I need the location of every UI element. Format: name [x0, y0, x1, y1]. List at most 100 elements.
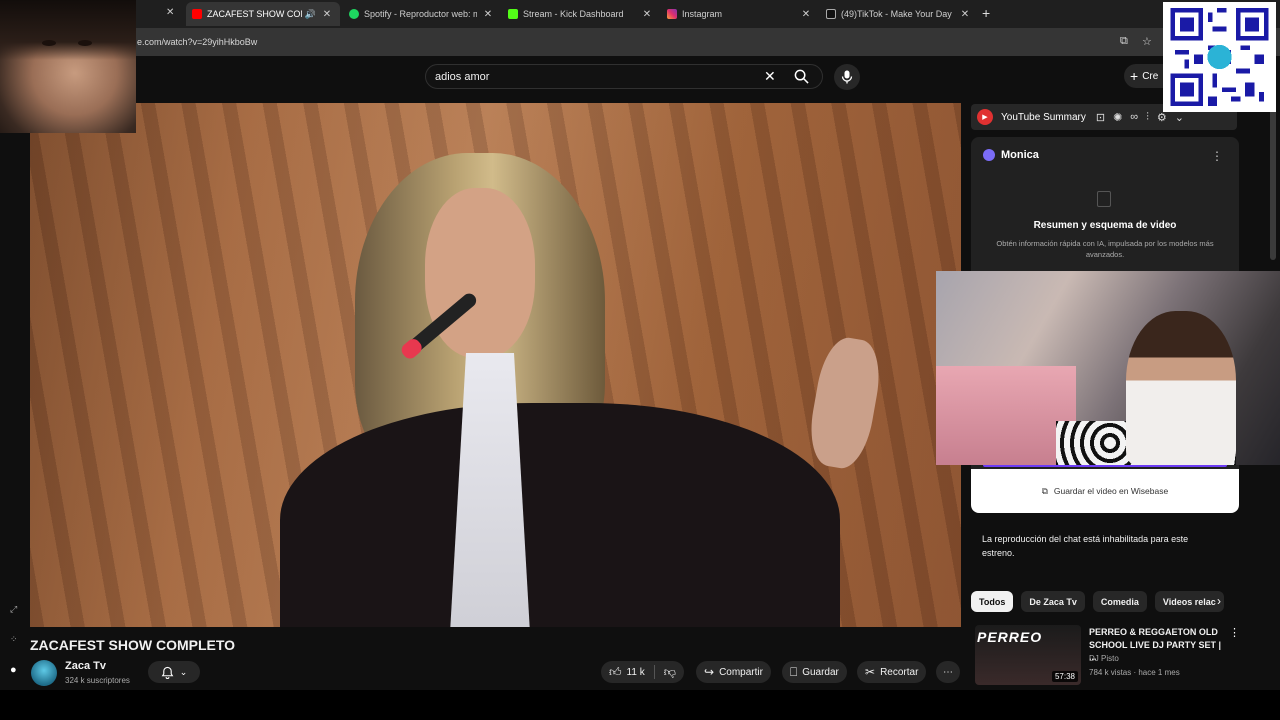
summary-toolbar: ⊡ ✺ ∞ ⫶ ⚙ ⌄: [1096, 111, 1184, 124]
tab-youtube[interactable]: ZACAFEST SHOW COMPLETO 🔊 ✕: [186, 2, 340, 26]
tab-kick[interactable]: Stream - Kick Dashboard ✕: [508, 4, 654, 24]
monica-header: Monica: [983, 149, 1039, 161]
taskbar-strip: [0, 690, 1280, 720]
channel-avatar[interactable]: [31, 660, 57, 686]
tab-instagram[interactable]: Instagram ✕: [667, 4, 813, 24]
streamer-eye: [42, 40, 56, 46]
save-label: Guardar: [802, 666, 839, 678]
qr-code: [1163, 2, 1276, 112]
kick-icon: [508, 9, 518, 19]
share-label: Compartir: [719, 666, 763, 678]
subscriber-count: 324 k suscriptores: [65, 676, 130, 685]
webcam-overlay-face: [0, 0, 136, 133]
gear-icon[interactable]: ⚙: [1157, 111, 1167, 124]
subscription-bell-button[interactable]: ⌄: [148, 661, 200, 683]
streamer: [1126, 311, 1236, 465]
like-dislike-group[interactable]: 👍︎ 11 k 👎︎: [601, 661, 684, 683]
plus-icon: +: [1130, 68, 1139, 84]
summary-description: Obtén información rápida con IA, impulsa…: [996, 239, 1214, 260]
instagram-icon: [667, 9, 677, 19]
search-icon[interactable]: [794, 69, 809, 84]
bookmark-star-icon[interactable]: ☆: [1142, 35, 1152, 48]
recommended-video[interactable]: PERREO 57:38 PERREO & REGGAETON OLD SCHO…: [975, 625, 1280, 687]
microphone-icon: [841, 70, 853, 84]
tab-spotify[interactable]: Spotify - Reproductor web: mú ✕: [349, 4, 495, 24]
youtube-header: adios amor ✕: [0, 56, 1280, 100]
chip-comedy[interactable]: Comedia: [1092, 591, 1147, 612]
webcam-overlay-room: [936, 271, 1280, 465]
cast-icon[interactable]: ⧉: [1120, 35, 1128, 48]
chevron-down-icon[interactable]: ⌄: [1175, 111, 1184, 124]
search-box[interactable]: adios amor ✕: [425, 64, 823, 89]
youtube-summary-logo-icon: ▶: [977, 109, 993, 125]
tab-close-icon[interactable]: ✕: [481, 9, 495, 20]
thumbs-down-icon[interactable]: 👎︎: [664, 665, 676, 680]
new-tab-button[interactable]: +: [982, 5, 990, 21]
filter-chips: Todos De Zaca Tv Comedia Videos relac: [971, 591, 1224, 613]
bell-icon: [161, 666, 174, 679]
url-text[interactable]: e.com/watch?v=29yihHkboBw: [137, 37, 257, 47]
tab-close-icon[interactable]: ✕: [166, 7, 174, 18]
video-thumbnail[interactable]: PERREO 57:38: [975, 625, 1081, 685]
tab-label: Instagram: [682, 9, 723, 19]
chip-from-channel[interactable]: De Zaca Tv: [1021, 591, 1085, 612]
scissors-icon: ✂: [865, 665, 876, 679]
screen: ✕ ZACAFEST SHOW COMPLETO 🔊 ✕ Spotify - R…: [0, 0, 1280, 720]
wisebase-icon: ⧉: [1041, 485, 1048, 496]
openai-icon[interactable]: ✺: [1113, 111, 1122, 124]
thumbnail-text: PERREO: [977, 629, 1043, 645]
tiktok-icon: [826, 9, 836, 19]
tab-label: Spotify - Reproductor web: mú: [364, 9, 477, 19]
chevron-down-icon: ⌄: [179, 666, 188, 677]
tab-tiktok[interactable]: (49)TikTok - Make Your Day ✕: [826, 4, 972, 24]
recommended-channel[interactable]: DJ Pisto: [1089, 654, 1119, 663]
share-icon: ↪: [704, 665, 715, 679]
chip-all[interactable]: Todos: [971, 591, 1014, 612]
monica-logo-icon: [983, 149, 995, 161]
save-to-wisebase-button[interactable]: ⧉ Guardar el video en Wisebase: [981, 478, 1229, 504]
video-player[interactable]: [30, 103, 961, 627]
sidebar-scrollbar[interactable]: [1270, 100, 1276, 260]
speaker-icon[interactable]: 🔊: [305, 9, 316, 20]
share-button[interactable]: ↪ Compartir: [696, 661, 771, 683]
more-horizontal-icon: ⋯: [943, 666, 953, 678]
video-duration: 57:38: [1051, 671, 1078, 682]
divider: [653, 665, 655, 679]
document-icon: [1097, 191, 1111, 207]
chip-related[interactable]: Videos relac: [1154, 591, 1224, 612]
streamer-hair: [0, 0, 136, 60]
streamer-eye: [78, 40, 92, 46]
like-count[interactable]: 11 k: [627, 667, 645, 678]
recommended-meta: 784 k vistas · hace 1 mes: [1089, 668, 1180, 677]
bookmark-icon: ⎕: [790, 664, 798, 679]
miniplayer-icon[interactable]: ⤢: [10, 604, 17, 615]
audio-icon[interactable]: ⫶: [1146, 111, 1149, 124]
address-bar[interactable]: e.com/watch?v=29yihHkboBw ⧉ ☆: [0, 28, 1280, 56]
tab-close-icon[interactable]: ✕: [958, 9, 972, 20]
channel-name[interactable]: Zaca Tv: [65, 660, 106, 672]
clip-button[interactable]: ✂ Recortar: [857, 661, 927, 683]
thumbs-up-icon[interactable]: 👍︎: [609, 665, 622, 680]
voice-search-button[interactable]: [834, 64, 860, 90]
tab-close-icon[interactable]: ✕: [799, 9, 813, 20]
chevron-right-icon[interactable]: ›: [1217, 594, 1221, 608]
more-vertical-icon[interactable]: ⋮: [1229, 626, 1240, 639]
clear-search-icon[interactable]: ✕: [764, 68, 776, 85]
tab-label: Stream - Kick Dashboard: [523, 9, 624, 19]
tab-close-icon[interactable]: ✕: [320, 9, 334, 20]
save-button[interactable]: ⎕ Guardar: [782, 661, 847, 683]
more-actions-button[interactable]: ⋯: [936, 661, 960, 683]
more-vertical-icon[interactable]: ⋮: [1211, 149, 1223, 163]
glasses-icon[interactable]: ∞: [1130, 111, 1138, 124]
create-label: Cre: [1142, 70, 1159, 82]
browser-tab-strip: ✕ ZACAFEST SHOW COMPLETO 🔊 ✕ Spotify - R…: [0, 0, 1280, 28]
tab-label: ZACAFEST SHOW COMPLETO: [207, 9, 302, 19]
tab-close-icon[interactable]: ✕: [640, 9, 654, 20]
settings-dots-icon[interactable]: ⁘: [10, 634, 18, 645]
pink-bedsheet: [936, 366, 1076, 465]
discord-icon[interactable]: ●: [10, 664, 17, 676]
robot-icon[interactable]: ⊡: [1096, 111, 1105, 124]
youtube-summary-title: YouTube Summary: [1001, 111, 1086, 123]
search-input[interactable]: adios amor: [435, 71, 489, 83]
spotify-icon: [349, 9, 359, 19]
